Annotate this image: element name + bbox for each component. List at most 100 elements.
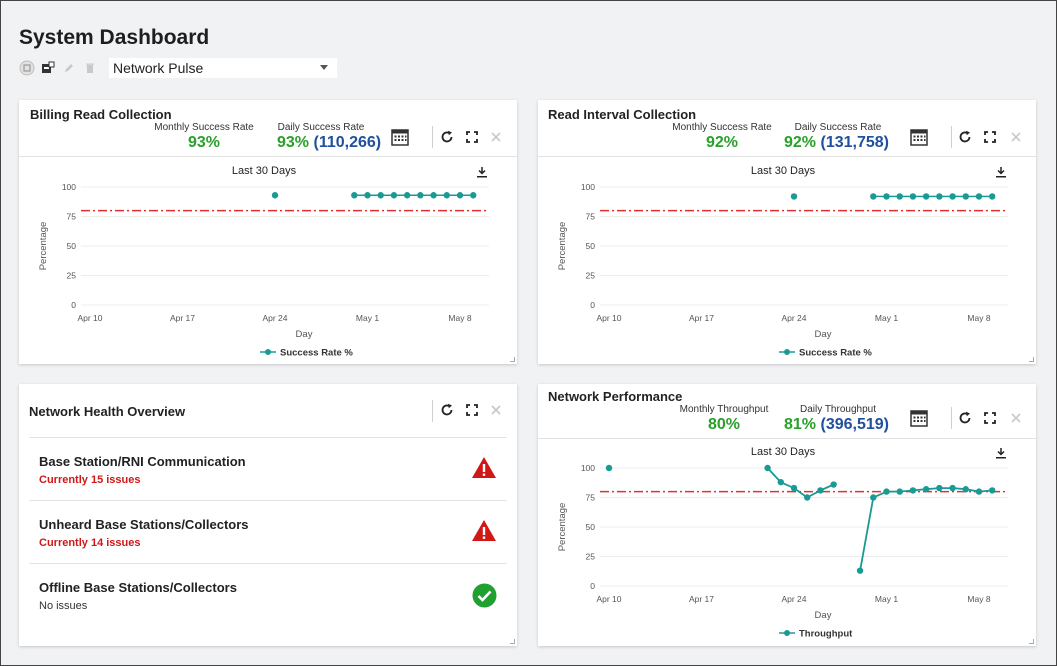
data-point xyxy=(870,193,877,200)
data-point xyxy=(883,193,890,200)
legend: Throughput xyxy=(779,629,853,640)
x-axis-label: Day xyxy=(815,610,832,621)
data-point xyxy=(390,192,398,199)
y-tick-label: 0 xyxy=(590,581,595,591)
data-point xyxy=(364,192,371,199)
legend: Success Rate % xyxy=(260,348,353,359)
data-point xyxy=(909,193,917,200)
card-title: Network Health Overview xyxy=(29,404,186,419)
data-point xyxy=(922,486,930,493)
data-point xyxy=(605,464,613,472)
data-point xyxy=(470,192,477,199)
y-tick-label: 75 xyxy=(586,212,596,222)
x-tick-label: Apr 10 xyxy=(596,594,621,604)
dashboard-toolbar: Network Pulse xyxy=(19,58,337,78)
y-tick-label: 50 xyxy=(586,522,596,532)
delete-icon[interactable] xyxy=(82,60,98,76)
x-axis-label: Day xyxy=(296,329,313,340)
y-tick-label: 25 xyxy=(586,552,596,562)
performance-chart: 0 25 50 75 100 Apr 10 Apr 17 Apr 24 May 1 May 8 Da… xyxy=(557,463,1008,640)
billing-read-collection-card: Billing Read Collection Monthly Success … xyxy=(19,100,517,364)
data-point xyxy=(856,567,864,574)
expand-icon[interactable] xyxy=(462,400,482,420)
y-tick-label: 25 xyxy=(586,271,596,281)
data-point xyxy=(975,193,983,200)
data-point xyxy=(417,192,424,199)
interval-chart: 0 25 50 75 100 Apr 10 Apr 17 Apr 24 May 1 May 8 Da… xyxy=(557,182,1008,359)
y-tick-label: 50 xyxy=(67,241,77,251)
warning-icon xyxy=(472,457,496,478)
data-point xyxy=(962,193,969,200)
resize-handle[interactable] xyxy=(1029,639,1034,644)
data-point xyxy=(962,486,969,493)
dashboard-selector-value: Network Pulse xyxy=(113,60,204,76)
x-tick-label: May 8 xyxy=(967,594,990,604)
check-circle-icon xyxy=(472,583,497,608)
divider xyxy=(29,437,507,438)
data-point xyxy=(870,494,877,501)
y-axis-label: Percentage xyxy=(38,222,49,271)
y-axis-label: Percentage xyxy=(557,222,568,271)
legend-label: Throughput xyxy=(799,629,853,640)
x-axis-label: Day xyxy=(815,329,832,340)
series-line xyxy=(766,467,834,499)
y-tick-label: 100 xyxy=(581,182,595,192)
x-tick-label: May 8 xyxy=(967,313,990,323)
data-point xyxy=(403,192,411,199)
data-point xyxy=(377,192,384,199)
y-tick-label: 0 xyxy=(590,300,595,310)
y-tick-label: 50 xyxy=(586,241,596,251)
y-tick-label: 100 xyxy=(581,463,595,473)
x-tick-label: Apr 10 xyxy=(596,313,621,323)
y-tick-label: 25 xyxy=(67,271,77,281)
data-point xyxy=(949,484,956,492)
data-point xyxy=(975,488,983,495)
data-point xyxy=(830,481,837,488)
y-tick-label: 75 xyxy=(67,212,77,222)
x-tick-label: May 1 xyxy=(875,313,898,323)
y-tick-label: 100 xyxy=(62,182,76,192)
data-point xyxy=(883,488,890,495)
close-icon[interactable] xyxy=(486,400,506,420)
resize-handle[interactable] xyxy=(510,639,515,644)
health-item-status: Currently 15 issues xyxy=(39,474,141,486)
series-line xyxy=(859,487,993,571)
page-title: System Dashboard xyxy=(19,26,210,49)
data-point xyxy=(817,487,824,494)
dashboard-list-icon[interactable] xyxy=(19,60,35,76)
legend: Success Rate % xyxy=(779,348,872,359)
x-tick-label: Apr 17 xyxy=(689,594,714,604)
data-point xyxy=(777,478,784,486)
x-tick-label: Apr 24 xyxy=(262,313,287,323)
resize-handle[interactable] xyxy=(1029,357,1034,362)
data-point xyxy=(790,484,798,492)
divider xyxy=(29,500,507,501)
health-item-title: Offline Base Stations/Collectors xyxy=(39,580,237,595)
data-point xyxy=(790,193,798,200)
data-point xyxy=(936,484,943,492)
health-item-status: No issues xyxy=(39,600,88,612)
resize-handle[interactable] xyxy=(510,357,515,362)
data-point xyxy=(989,487,996,494)
data-point xyxy=(456,192,464,199)
x-tick-label: Apr 10 xyxy=(77,313,102,323)
legend-marker xyxy=(784,349,790,355)
data-point xyxy=(443,192,450,199)
dashboard-selector[interactable]: Network Pulse xyxy=(109,58,337,78)
data-point xyxy=(949,193,956,200)
edit-icon[interactable] xyxy=(61,60,77,76)
chevron-down-icon xyxy=(320,65,328,70)
data-point xyxy=(804,494,811,501)
data-point xyxy=(922,193,930,200)
refresh-icon[interactable] xyxy=(437,400,457,420)
x-tick-label: Apr 17 xyxy=(689,313,714,323)
legend-marker xyxy=(784,630,790,636)
read-interval-collection-card: Read Interval Collection Monthly Success… xyxy=(538,100,1036,364)
data-point xyxy=(271,192,279,199)
warning-icon xyxy=(472,520,496,541)
legend-label: Success Rate % xyxy=(799,348,872,359)
add-dashboard-icon[interactable] xyxy=(40,60,56,76)
x-tick-label: May 1 xyxy=(356,313,379,323)
legend-label: Success Rate % xyxy=(280,348,353,359)
y-axis-label: Percentage xyxy=(557,503,568,552)
